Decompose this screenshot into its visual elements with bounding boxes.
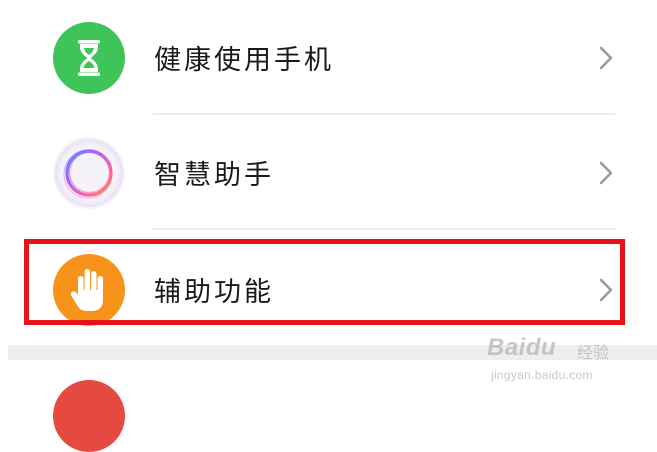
section-separator: [8, 345, 657, 360]
settings-item-icon-partial: [53, 380, 125, 452]
settings-list: 健康使用手机 智慧助手 辅助功能: [0, 0, 657, 345]
settings-item-smart-assistant[interactable]: 智慧助手: [0, 115, 657, 230]
settings-item-accessibility[interactable]: 辅助功能: [0, 232, 657, 347]
settings-item-digital-balance[interactable]: 健康使用手机: [0, 0, 657, 115]
settings-item-label: 辅助功能: [154, 277, 274, 308]
row-divider: [153, 228, 615, 230]
smart-assistant-ring-icon: [53, 137, 125, 209]
chevron-right-icon: [596, 158, 616, 188]
settings-item-label: 健康使用手机: [154, 45, 334, 76]
chevron-right-icon: [596, 275, 616, 305]
hand-icon: [53, 254, 125, 326]
hourglass-icon: [53, 22, 125, 94]
settings-item-label: 智慧助手: [154, 160, 274, 191]
chevron-right-icon: [596, 43, 616, 73]
